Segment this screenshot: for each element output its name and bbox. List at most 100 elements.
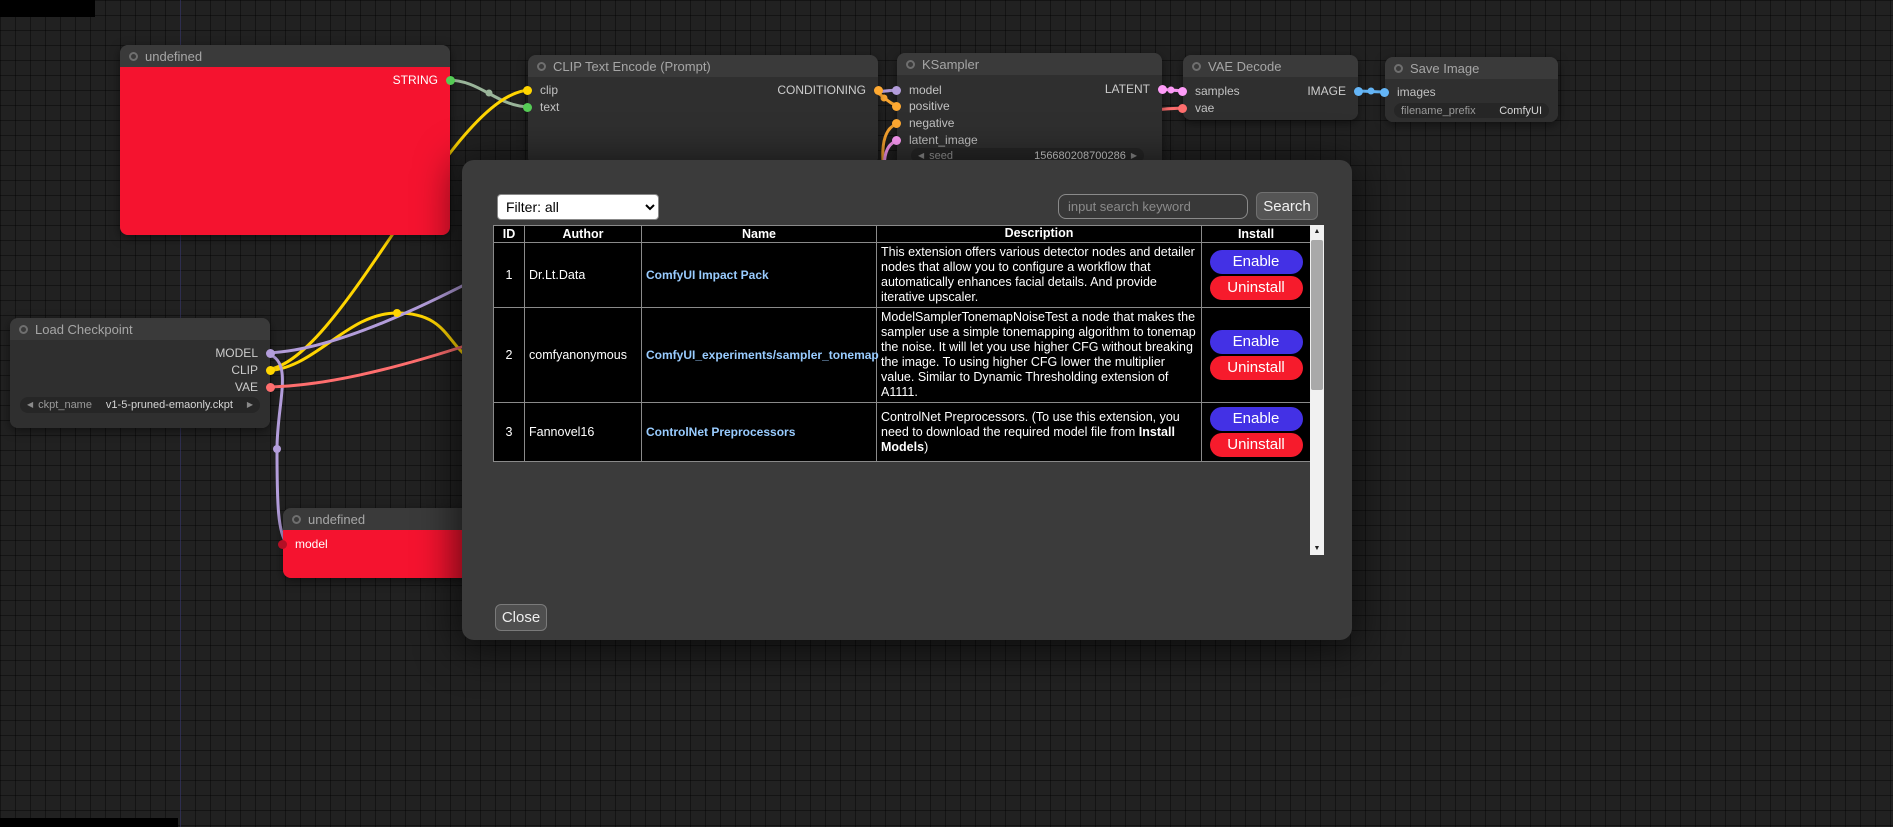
filename-prefix-widget[interactable]: filename_prefix ComfyUI [1394, 103, 1549, 118]
extension-link[interactable]: ControlNet Preprocessors [646, 425, 795, 439]
input-label-text: text [540, 100, 559, 114]
node-save-image[interactable]: Save Image images filename_prefix ComfyU… [1385, 57, 1558, 122]
output-label-latent: LATENT [1105, 82, 1150, 96]
output-dot-string[interactable] [446, 76, 455, 85]
input-dot-model[interactable] [892, 86, 901, 95]
node-title: KSampler [922, 57, 979, 72]
node-load-checkpoint[interactable]: Load Checkpoint MODEL CLIP VAE ckpt_name… [10, 318, 270, 428]
node-undefined-string[interactable]: undefined STRING [120, 45, 450, 235]
node-clip-text-encode[interactable]: CLIP Text Encode (Prompt) clip text COND… [528, 55, 878, 165]
input-dot-latent-image[interactable] [892, 136, 901, 145]
uninstall-button[interactable]: Uninstall [1210, 433, 1303, 457]
author-cell: Dr.Lt.Data [525, 243, 642, 308]
node-header[interactable]: Save Image [1385, 57, 1558, 79]
node-title: undefined [145, 49, 202, 64]
enable-button[interactable]: Enable [1210, 250, 1303, 274]
node-body: clip text CONDITIONING [528, 77, 878, 165]
extension-link[interactable]: ComfyUI_experiments/sampler_tonemap [646, 348, 879, 362]
header-description: Description [877, 226, 1202, 243]
node-header[interactable]: VAE Decode [1183, 55, 1358, 77]
node-header[interactable]: CLIP Text Encode (Prompt) [528, 55, 878, 77]
uninstall-button[interactable]: Uninstall [1210, 276, 1303, 300]
output-dot-vae[interactable] [266, 383, 275, 392]
manager-dialog: Filter: all Search ID Author Name Descri… [462, 160, 1352, 640]
output-dot-image[interactable] [1354, 87, 1363, 96]
node-header[interactable]: undefined [283, 508, 473, 530]
description-cell: This extension offers various detector n… [877, 243, 1202, 308]
close-button[interactable]: Close [495, 604, 547, 631]
input-dot-images[interactable] [1380, 88, 1389, 97]
node-header[interactable]: undefined [120, 45, 450, 67]
output-dot-latent[interactable] [1158, 85, 1167, 94]
node-canvas[interactable]: undefined STRING CLIP Text Encode (Promp… [0, 0, 1893, 827]
node-undefined-model[interactable]: undefined model [283, 508, 473, 578]
input-dot-text[interactable] [523, 103, 532, 112]
node-body: images filename_prefix ComfyUI [1385, 79, 1558, 122]
input-dot-clip[interactable] [523, 86, 532, 95]
install-cell: Enable Uninstall [1202, 403, 1311, 462]
collapse-dot-icon[interactable] [292, 515, 301, 524]
name-cell: ComfyUI Impact Pack [642, 243, 877, 308]
scrollbar-thumb[interactable] [1311, 240, 1323, 390]
enable-button[interactable]: Enable [1210, 407, 1303, 431]
input-label-latent-image: latent_image [909, 133, 978, 147]
install-cell: Enable Uninstall [1202, 308, 1311, 403]
scroll-down-icon[interactable] [1310, 542, 1324, 555]
name-cell: ControlNet Preprocessors [642, 403, 877, 462]
previous-icon[interactable] [27, 401, 33, 409]
collapse-dot-icon[interactable] [1192, 62, 1201, 71]
link-dot [881, 95, 888, 102]
input-label-clip: clip [540, 83, 558, 97]
output-dot-model[interactable] [266, 349, 275, 358]
output-label-vae: VAE [235, 380, 258, 394]
table-row: 3 Fannovel16 ControlNet Preprocessors Co… [494, 403, 1311, 462]
node-vae-decode[interactable]: VAE Decode samples vae IMAGE [1183, 55, 1358, 120]
input-dot-positive[interactable] [892, 102, 901, 111]
id-cell: 3 [494, 403, 525, 462]
scroll-up-icon[interactable] [1310, 225, 1324, 238]
ckpt-name-widget[interactable]: ckpt_name v1-5-pruned-emaonly.ckpt [20, 397, 260, 413]
input-dot-samples[interactable] [1178, 87, 1187, 96]
node-body: model positive negative latent_image LAT… [897, 75, 1162, 168]
link-dot [486, 90, 493, 97]
search-button[interactable]: Search [1256, 192, 1318, 220]
extension-table-wrap: ID Author Name Description Install 1 Dr.… [493, 225, 1324, 555]
filter-select[interactable]: Filter: all [497, 194, 659, 220]
install-cell: Enable Uninstall [1202, 243, 1311, 308]
node-title: undefined [308, 512, 365, 527]
link-dot [273, 445, 281, 453]
node-title: CLIP Text Encode (Prompt) [553, 59, 711, 74]
collapse-dot-icon[interactable] [906, 60, 915, 69]
extension-link[interactable]: ComfyUI Impact Pack [646, 268, 769, 282]
node-header[interactable]: KSampler [897, 53, 1162, 75]
extension-table: ID Author Name Description Install 1 Dr.… [493, 225, 1311, 462]
enable-button[interactable]: Enable [1210, 330, 1303, 354]
output-dot-clip[interactable] [266, 366, 275, 375]
collapse-dot-icon[interactable] [19, 325, 28, 334]
id-cell: 2 [494, 308, 525, 403]
collapse-dot-icon[interactable] [537, 62, 546, 71]
output-dot-conditioning[interactable] [874, 86, 883, 95]
node-ksampler[interactable]: KSampler model positive negative latent_… [897, 53, 1162, 168]
next-icon[interactable] [247, 401, 253, 409]
collapse-dot-icon[interactable] [1394, 64, 1403, 73]
input-dot-model[interactable] [278, 540, 287, 549]
table-scrollbar[interactable] [1310, 225, 1324, 555]
widget-label: ckpt_name [38, 399, 92, 411]
output-label-conditioning: CONDITIONING [777, 83, 866, 97]
node-header[interactable]: Load Checkpoint [10, 318, 270, 340]
input-dot-vae[interactable] [1178, 104, 1187, 113]
node-title: VAE Decode [1208, 59, 1281, 74]
link-dot [393, 309, 401, 317]
input-dot-negative[interactable] [892, 119, 901, 128]
widget-value: v1-5-pruned-emaonly.ckpt [106, 399, 233, 411]
input-label-positive: positive [909, 99, 950, 113]
node-title: Load Checkpoint [35, 322, 133, 337]
collapse-dot-icon[interactable] [129, 52, 138, 61]
uninstall-button[interactable]: Uninstall [1210, 356, 1303, 380]
header-id: ID [494, 226, 525, 243]
increment-icon[interactable] [1131, 152, 1137, 160]
table-row: 2 comfyanonymous ComfyUI_experiments/sam… [494, 308, 1311, 403]
search-input[interactable] [1058, 194, 1248, 219]
decrement-icon[interactable] [918, 152, 924, 160]
